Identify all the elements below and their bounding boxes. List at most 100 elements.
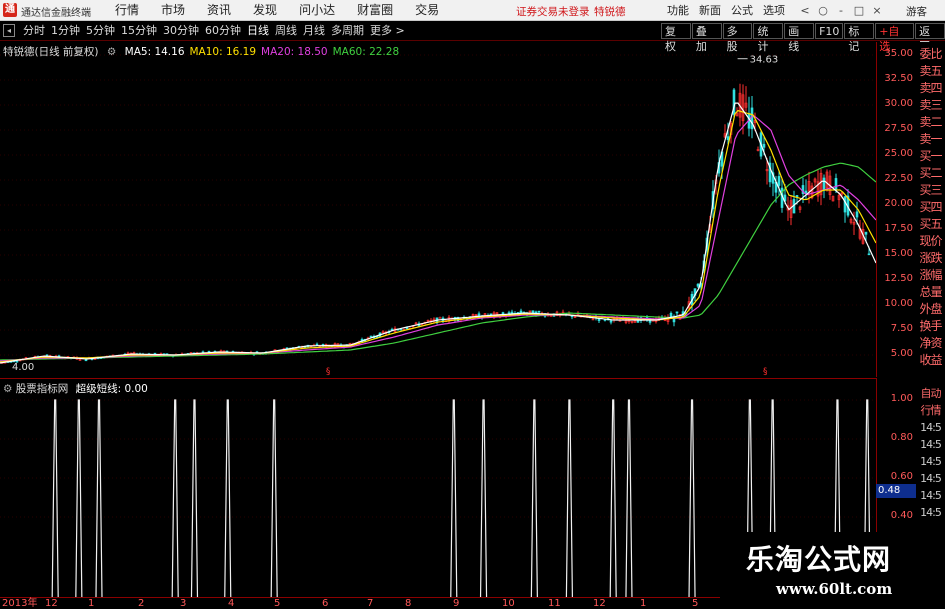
indicator-spike	[530, 399, 538, 597]
guest-label[interactable]: 游客	[906, 4, 927, 19]
watermark-title: 乐淘公式网	[746, 543, 892, 576]
right-menu: 功能 新面 公式 选项	[662, 0, 790, 21]
trade-time-2[interactable]: 14:5	[916, 420, 945, 436]
kline-chart[interactable]: 34.63 4.00 § §	[0, 42, 876, 377]
quote-field-1[interactable]: 卖五	[916, 63, 945, 79]
settings-icon[interactable]: ⚙	[107, 46, 116, 58]
refresh-icon[interactable]: ○	[814, 0, 832, 21]
quote-field-13[interactable]: 涨幅	[916, 267, 945, 283]
tool-button-1[interactable]: 叠加	[691, 23, 722, 53]
price-tick: 7.50	[890, 323, 913, 334]
indicator-spike	[171, 399, 179, 597]
tool-button-5[interactable]: F10	[815, 23, 844, 39]
quote-field-4[interactable]: 卖二	[916, 114, 945, 130]
event-marker-icon[interactable]: §	[763, 367, 768, 377]
tab-period-10[interactable]: 更多 >	[367, 21, 408, 41]
chart-tools: 复权叠加多股统计画线F10标记+自选返回	[660, 23, 945, 53]
trade-time-6[interactable]: 14:5	[916, 488, 945, 504]
window-controls: < ○ - □ ×	[796, 0, 886, 21]
tab-period-3[interactable]: 15分钟	[118, 21, 160, 41]
quote-field-5[interactable]: 卖一	[916, 131, 945, 147]
right-menu-item-1[interactable]: 新面	[694, 0, 726, 21]
collapse-left-icon[interactable]: ◂	[3, 24, 15, 37]
trade-time-4[interactable]: 14:5	[916, 454, 945, 470]
indicator-spike	[688, 399, 696, 597]
indicator-tick: 0.80	[890, 432, 913, 443]
tab-period-7[interactable]: 周线	[272, 21, 300, 41]
candle-body	[399, 328, 403, 331]
close-icon[interactable]: ×	[868, 0, 886, 21]
minimize-icon[interactable]: -	[832, 0, 850, 21]
quote-field-14[interactable]: 总量	[916, 284, 945, 300]
quote-field-11[interactable]: 现价	[916, 233, 945, 249]
tool-button-7[interactable]: +自选	[875, 23, 915, 53]
quote-field-8[interactable]: 买三	[916, 182, 945, 198]
tool-button-0[interactable]: 复权	[661, 23, 691, 53]
tool-button-8[interactable]: 返回	[915, 23, 945, 53]
quote-field-18[interactable]: 收益	[916, 352, 945, 368]
date-label: 5	[274, 598, 281, 609]
right-menu-item-0[interactable]: 功能	[662, 0, 694, 21]
menu-item-6[interactable]: 交易	[404, 0, 450, 21]
app-logo-icon: 通	[3, 3, 17, 17]
maximize-icon[interactable]: □	[850, 0, 868, 21]
trade-time-5[interactable]: 14:5	[916, 471, 945, 487]
right-menu-item-2[interactable]: 公式	[726, 0, 758, 21]
date-label: 1	[88, 598, 95, 609]
quote-field-3[interactable]: 卖三	[916, 97, 945, 113]
quote-field-15[interactable]: 外盘	[916, 301, 945, 317]
trade-time-7[interactable]: 14:5	[916, 505, 945, 521]
trade-time-1[interactable]: 行情	[916, 403, 945, 419]
date-label: 2013年	[2, 598, 38, 609]
quote-field-9[interactable]: 买四	[916, 199, 945, 215]
quote-field-0[interactable]: 委比	[916, 46, 945, 62]
quote-field-10[interactable]: 买五	[916, 216, 945, 232]
indicator-spike	[479, 399, 488, 597]
candle-body	[369, 335, 373, 338]
quote-field-7[interactable]: 买二	[916, 165, 945, 181]
back-icon[interactable]: <	[796, 0, 814, 21]
tab-period-6[interactable]: 日线	[244, 21, 272, 41]
tab-period-5[interactable]: 60分钟	[202, 21, 244, 41]
menu-item-1[interactable]: 市场	[150, 0, 196, 21]
event-marker-icon[interactable]: §	[326, 367, 331, 377]
menu-item-4[interactable]: 问小达	[288, 0, 346, 21]
right-menu-item-3[interactable]: 选项	[758, 0, 790, 21]
tab-period-8[interactable]: 月线	[300, 21, 328, 41]
quote-field-2[interactable]: 卖四	[916, 80, 945, 96]
indicator-tick: 1.00	[890, 393, 913, 404]
quote-field-12[interactable]: 涨跌	[916, 250, 945, 266]
login-status[interactable]: 证券交易未登录	[516, 4, 590, 19]
candle-body	[507, 312, 511, 314]
quote-field-6[interactable]: 买一	[916, 148, 945, 164]
date-label: 1	[640, 598, 647, 609]
menu-item-0[interactable]: 行情	[104, 0, 150, 21]
tab-period-2[interactable]: 5分钟	[83, 21, 118, 41]
menu-item-2[interactable]: 资讯	[196, 0, 242, 21]
date-label: 10	[502, 598, 515, 609]
menu-item-5[interactable]: 财富圈	[346, 0, 404, 21]
tool-button-2[interactable]: 多股	[722, 23, 753, 53]
main-menu: 行情 市场 资讯 发现 问小达 财富圈 交易	[104, 0, 450, 21]
quote-field-16[interactable]: 换手	[916, 318, 945, 334]
date-label: 2	[138, 598, 145, 609]
tool-button-3[interactable]: 统计	[753, 23, 784, 53]
tab-period-9[interactable]: 多周期	[328, 21, 367, 41]
tool-button-4[interactable]: 画线	[784, 23, 815, 53]
candle-body	[867, 253, 871, 256]
tab-period-1[interactable]: 1分钟	[48, 21, 83, 41]
tab-period-4[interactable]: 30分钟	[160, 21, 202, 41]
trade-time-0[interactable]: 自动	[916, 386, 945, 402]
candle-body	[726, 136, 730, 140]
tab-period-0[interactable]: 分时	[20, 21, 48, 41]
price-tick: 35.00	[884, 48, 913, 59]
tool-button-6[interactable]: 标记	[844, 23, 875, 53]
candle-body	[750, 107, 754, 130]
date-label: 12	[593, 598, 606, 609]
quote-field-17[interactable]: 净资	[916, 335, 945, 351]
trade-time-3[interactable]: 14:5	[916, 437, 945, 453]
menu-item-3[interactable]: 发现	[242, 0, 288, 21]
high-price-label: 34.63	[750, 55, 779, 66]
candle-body	[696, 283, 700, 287]
date-label: 3	[180, 598, 187, 609]
